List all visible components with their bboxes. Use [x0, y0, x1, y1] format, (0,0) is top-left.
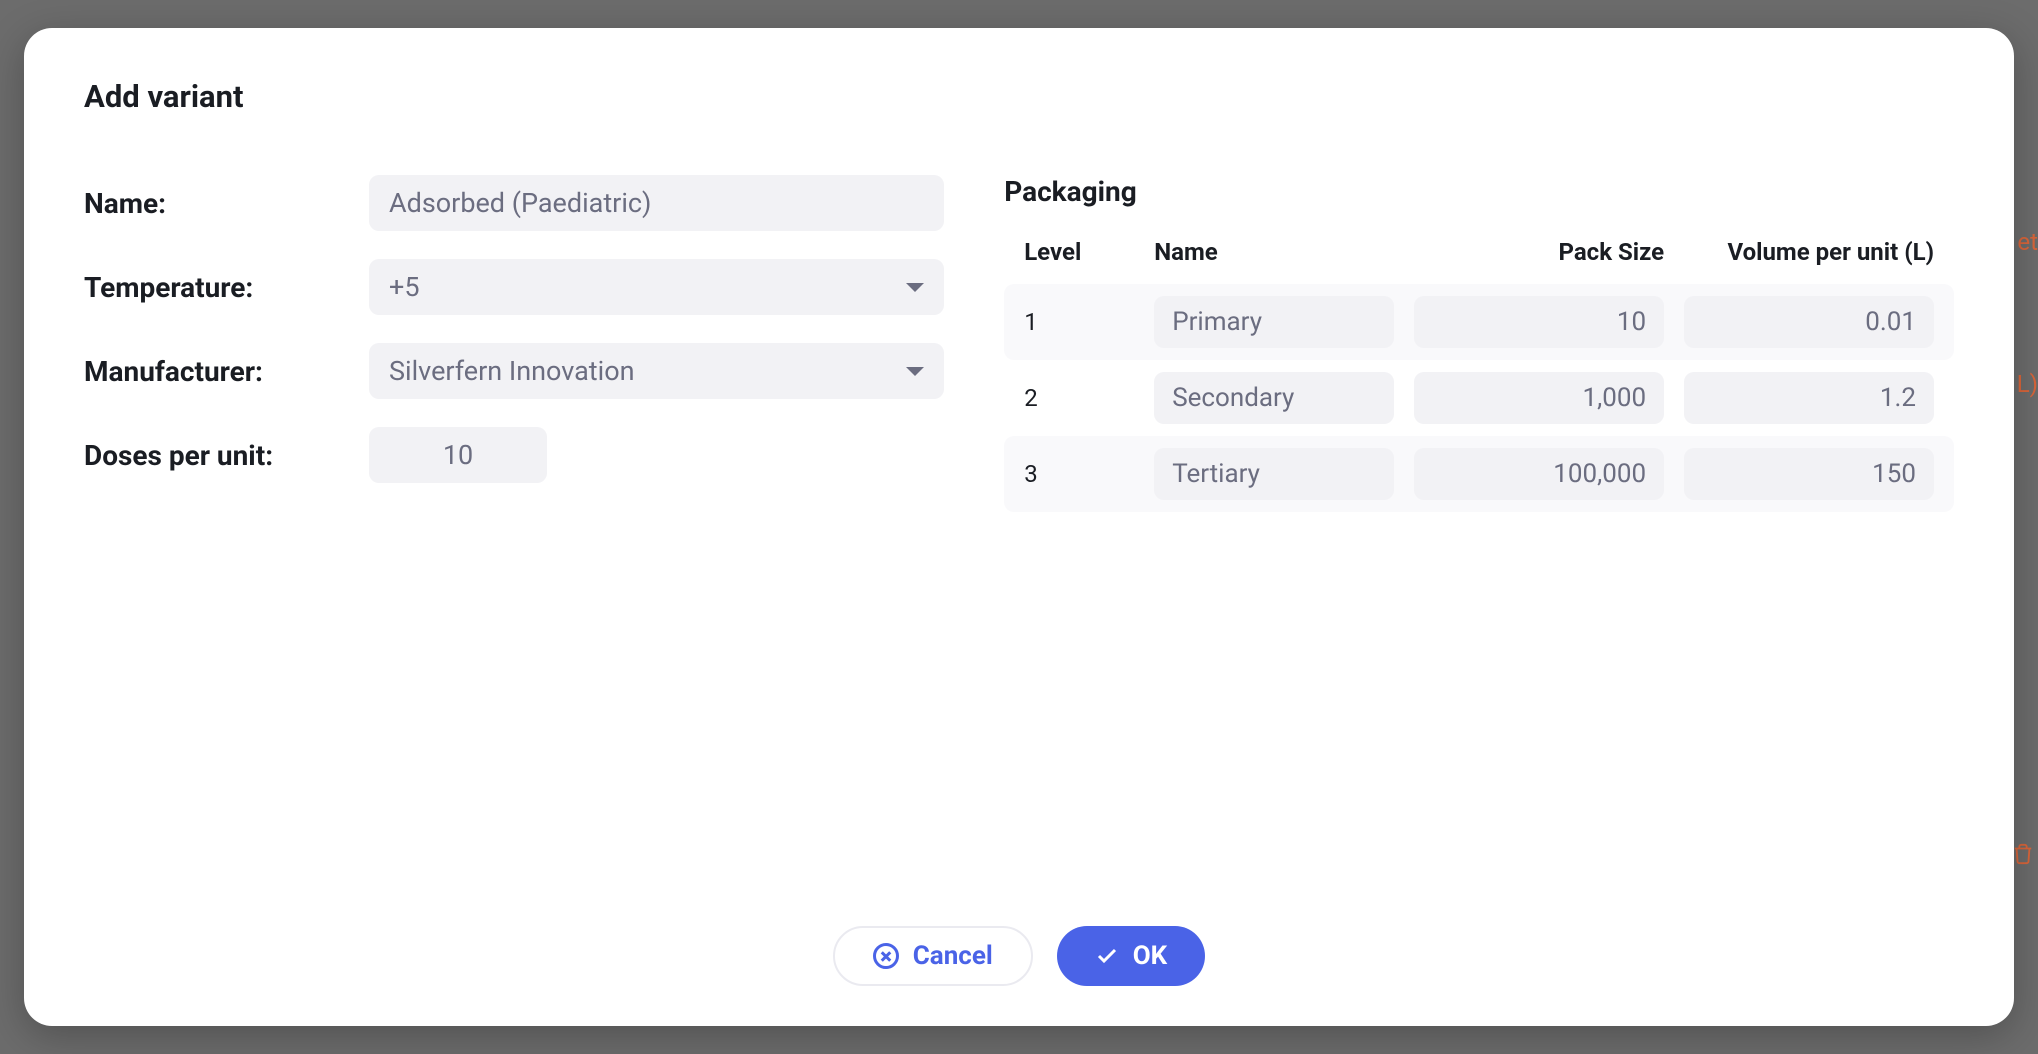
- temperature-label: Temperature:: [84, 271, 369, 304]
- doses-input[interactable]: [369, 427, 547, 483]
- bg-text: L): [2017, 370, 2038, 398]
- pkg-volume-input[interactable]: [1684, 296, 1934, 348]
- level-cell: 2: [1024, 384, 1134, 412]
- name-label: Name:: [84, 187, 369, 220]
- modal-content: Name: Temperature: +5 Manufacturer: Silv…: [84, 175, 1954, 896]
- pkg-volume-input[interactable]: [1684, 372, 1934, 424]
- col-level: Level: [1024, 238, 1134, 266]
- cancel-label: Cancel: [913, 941, 993, 971]
- pkg-name-input[interactable]: [1154, 296, 1394, 348]
- pkg-name-input[interactable]: [1154, 448, 1394, 500]
- name-row: Name:: [84, 175, 944, 231]
- level-cell: 1: [1024, 308, 1134, 336]
- temperature-select[interactable]: +5: [369, 259, 944, 315]
- manufacturer-select[interactable]: Silverfern Innovation: [369, 343, 944, 399]
- check-icon: [1095, 944, 1119, 968]
- trash-icon: [2012, 842, 2034, 872]
- ok-button[interactable]: OK: [1057, 926, 1205, 986]
- manufacturer-value: Silverfern Innovation: [389, 355, 635, 387]
- pkg-name-input[interactable]: [1154, 372, 1394, 424]
- level-cell: 3: [1024, 460, 1134, 488]
- pkg-size-input[interactable]: [1414, 448, 1664, 500]
- chevron-down-icon: [906, 283, 924, 292]
- col-volume: Volume per unit (L): [1684, 238, 1934, 266]
- ok-label: OK: [1133, 941, 1167, 971]
- doses-label: Doses per unit:: [84, 439, 369, 472]
- table-row: 3: [1004, 436, 1954, 512]
- pkg-size-input[interactable]: [1414, 372, 1664, 424]
- temperature-row: Temperature: +5: [84, 259, 944, 315]
- temperature-value: +5: [389, 271, 420, 303]
- packaging-column: Packaging Level Name Pack Size Volume pe…: [1004, 175, 1954, 896]
- cancel-button[interactable]: Cancel: [833, 926, 1033, 986]
- packaging-table: Level Name Pack Size Volume per unit (L)…: [1004, 238, 1954, 512]
- doses-row: Doses per unit:: [84, 427, 944, 483]
- col-name: Name: [1154, 238, 1394, 266]
- packaging-title: Packaging: [1004, 175, 1954, 208]
- chevron-down-icon: [906, 367, 924, 376]
- manufacturer-label: Manufacturer:: [84, 355, 369, 388]
- modal-title: Add variant: [84, 78, 1954, 115]
- name-input[interactable]: [369, 175, 944, 231]
- col-pack-size: Pack Size: [1414, 238, 1664, 266]
- table-row: 2: [1004, 360, 1954, 436]
- manufacturer-row: Manufacturer: Silverfern Innovation: [84, 343, 944, 399]
- packaging-header: Level Name Pack Size Volume per unit (L): [1004, 238, 1954, 284]
- modal-footer: Cancel OK: [84, 896, 1954, 986]
- bg-text: et: [2017, 228, 2038, 256]
- pkg-volume-input[interactable]: [1684, 448, 1934, 500]
- close-icon: [873, 943, 899, 969]
- table-row: 1: [1004, 284, 1954, 360]
- form-column: Name: Temperature: +5 Manufacturer: Silv…: [84, 175, 944, 896]
- pkg-size-input[interactable]: [1414, 296, 1664, 348]
- add-variant-modal: Add variant Name: Temperature: +5 Manufa…: [24, 28, 2014, 1026]
